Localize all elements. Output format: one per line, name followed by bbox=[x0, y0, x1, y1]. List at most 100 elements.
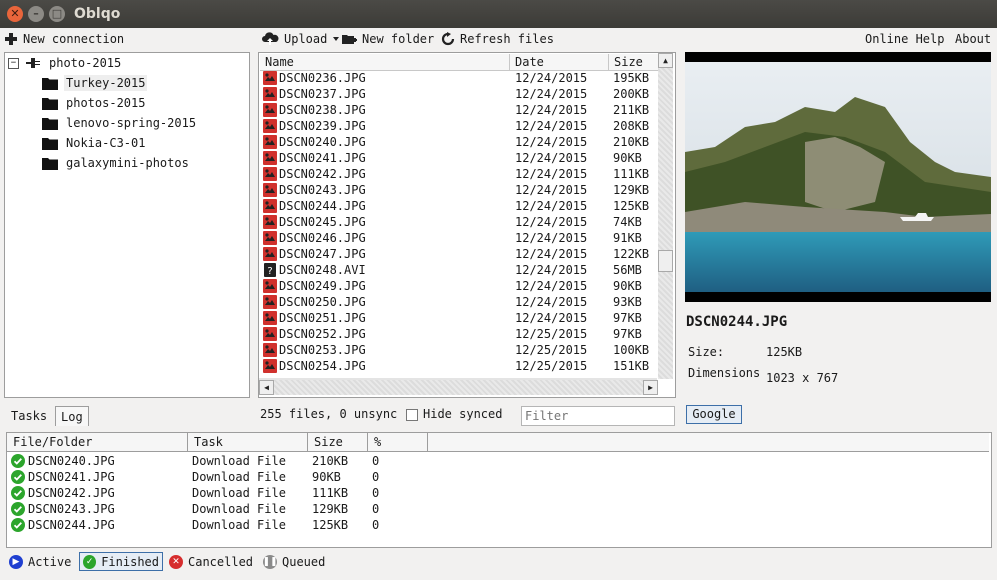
column-header-task[interactable]: Task bbox=[188, 433, 308, 451]
file-size: 129KB bbox=[613, 183, 650, 197]
task-percent: 0 bbox=[372, 470, 380, 484]
cancel-icon: ✕ bbox=[169, 554, 183, 569]
filter-input[interactable] bbox=[521, 406, 675, 426]
tree-item-folder[interactable]: Turkey-2015 bbox=[42, 74, 148, 92]
image-file-icon bbox=[263, 215, 277, 229]
file-size: 91KB bbox=[613, 231, 642, 245]
window-minimize-button[interactable]: – bbox=[28, 6, 44, 22]
connection-plug-icon bbox=[26, 58, 40, 68]
task-row[interactable]: DSCN0242.JPG Download File 111KB 0 bbox=[8, 485, 908, 501]
column-header-size[interactable]: Size bbox=[609, 54, 659, 70]
filter-queued-button[interactable]: ❚❚ Queued bbox=[260, 552, 328, 571]
horizontal-scrollbar[interactable] bbox=[274, 380, 643, 395]
file-size: 100KB bbox=[613, 343, 650, 357]
folder-icon bbox=[42, 117, 58, 130]
file-name: DSCN0250.JPG bbox=[279, 295, 366, 309]
play-icon: ▶ bbox=[9, 554, 23, 569]
unknown-file-icon: ? bbox=[264, 263, 276, 277]
new-folder-button[interactable]: New folder bbox=[341, 30, 434, 48]
column-header-file[interactable]: File/Folder bbox=[7, 433, 188, 451]
file-row[interactable]: DSCN0238.JPG 12/24/2015 211KB bbox=[260, 102, 659, 118]
task-size: 125KB bbox=[312, 518, 349, 532]
task-row[interactable]: DSCN0243.JPG Download File 129KB 0 bbox=[8, 501, 908, 517]
task-percent: 0 bbox=[372, 486, 380, 500]
scroll-left-button[interactable]: ◀ bbox=[259, 380, 274, 395]
column-header-date[interactable]: Date bbox=[510, 54, 609, 70]
file-size: 97KB bbox=[613, 327, 642, 341]
file-name: DSCN0241.JPG bbox=[279, 151, 366, 165]
check-circle-icon bbox=[11, 470, 25, 484]
online-help-link[interactable]: Online Help bbox=[865, 30, 944, 48]
upload-button[interactable]: Upload bbox=[261, 30, 340, 48]
task-size: 129KB bbox=[312, 502, 349, 516]
file-date: 12/24/2015 bbox=[515, 87, 588, 101]
task-file: DSCN0242.JPG bbox=[28, 486, 115, 500]
task-type: Download File bbox=[192, 454, 286, 468]
file-row[interactable]: DSCN0241.JPG 12/24/2015 90KB bbox=[260, 150, 659, 166]
folder-icon bbox=[42, 97, 58, 110]
filter-cancelled-button[interactable]: ✕ Cancelled bbox=[166, 552, 256, 571]
filter-finished-button[interactable]: ✓ Finished bbox=[79, 552, 163, 571]
image-file-icon bbox=[263, 167, 277, 181]
scroll-right-button[interactable]: ▶ bbox=[643, 380, 658, 395]
file-row[interactable]: DSCN0244.JPG 12/24/2015 125KB bbox=[260, 198, 659, 214]
hide-synced-checkbox[interactable] bbox=[406, 409, 418, 421]
task-row[interactable]: DSCN0241.JPG Download File 90KB 0 bbox=[8, 469, 908, 485]
file-row[interactable]: DSCN0242.JPG 12/24/2015 111KB bbox=[260, 166, 659, 182]
file-size: 90KB bbox=[613, 151, 642, 165]
file-row[interactable]: DSCN0247.JPG 12/24/2015 122KB bbox=[260, 246, 659, 262]
task-row[interactable]: DSCN0244.JPG Download File 125KB 0 bbox=[8, 517, 908, 533]
google-button[interactable]: Google bbox=[686, 405, 742, 424]
tree-item-folder[interactable]: Nokia-C3-01 bbox=[42, 134, 147, 152]
image-file-icon bbox=[263, 71, 277, 85]
file-row[interactable]: DSCN0236.JPG 12/24/2015 195KB bbox=[260, 70, 659, 86]
file-size: 122KB bbox=[613, 247, 650, 261]
preview-filename: DSCN0244.JPG bbox=[686, 314, 788, 330]
image-file-icon bbox=[263, 103, 277, 117]
column-header-size[interactable]: Size bbox=[308, 433, 368, 451]
file-row[interactable]: DSCN0252.JPG 12/25/2015 97KB bbox=[260, 326, 659, 342]
scroll-up-button[interactable]: ▲ bbox=[658, 53, 673, 68]
tree-item-folder[interactable]: photos-2015 bbox=[42, 94, 147, 112]
filter-active-button[interactable]: ▶ Active bbox=[6, 552, 74, 571]
column-header-name[interactable]: Name bbox=[260, 54, 510, 70]
file-row[interactable]: DSCN0240.JPG 12/24/2015 210KB bbox=[260, 134, 659, 150]
tab-tasks[interactable]: Tasks bbox=[6, 406, 53, 426]
file-row[interactable]: ? DSCN0248.AVI 12/24/2015 56MB bbox=[260, 262, 659, 278]
file-row[interactable]: DSCN0245.JPG 12/24/2015 74KB bbox=[260, 214, 659, 230]
file-date: 12/24/2015 bbox=[515, 295, 588, 309]
collapse-toggle-icon[interactable]: − bbox=[8, 57, 19, 69]
task-row[interactable]: DSCN0240.JPG Download File 210KB 0 bbox=[8, 453, 908, 469]
file-row[interactable]: DSCN0237.JPG 12/24/2015 200KB bbox=[260, 86, 659, 102]
file-row[interactable]: DSCN0254.JPG 12/25/2015 151KB bbox=[260, 358, 659, 374]
tree-item-folder[interactable]: galaxymini-photos bbox=[42, 154, 191, 172]
file-date: 12/24/2015 bbox=[515, 263, 588, 277]
image-file-icon bbox=[263, 359, 277, 373]
file-table-header: Name Date Size bbox=[260, 54, 659, 71]
about-link[interactable]: About bbox=[955, 30, 991, 48]
file-row[interactable]: DSCN0246.JPG 12/24/2015 91KB bbox=[260, 230, 659, 246]
task-file: DSCN0243.JPG bbox=[28, 502, 115, 516]
file-row[interactable]: DSCN0249.JPG 12/24/2015 90KB bbox=[260, 278, 659, 294]
vertical-scrollbar[interactable] bbox=[658, 68, 673, 379]
new-connection-button[interactable]: New connection bbox=[4, 30, 124, 48]
task-type: Download File bbox=[192, 518, 286, 532]
column-header-percent[interactable]: % bbox=[368, 433, 428, 451]
file-row[interactable]: DSCN0250.JPG 12/24/2015 93KB bbox=[260, 294, 659, 310]
tree-root[interactable]: − photo-2015 bbox=[8, 54, 123, 72]
window-maximize-button[interactable]: □ bbox=[49, 6, 65, 22]
task-size: 111KB bbox=[312, 486, 349, 500]
file-size: 200KB bbox=[613, 87, 650, 101]
file-row[interactable]: DSCN0251.JPG 12/24/2015 97KB bbox=[260, 310, 659, 326]
preview-photo bbox=[685, 62, 991, 292]
file-row[interactable]: DSCN0253.JPG 12/25/2015 100KB bbox=[260, 342, 659, 358]
image-file-icon bbox=[263, 311, 277, 325]
file-row[interactable]: DSCN0243.JPG 12/24/2015 129KB bbox=[260, 182, 659, 198]
window-close-button[interactable]: ✕ bbox=[7, 6, 23, 22]
tab-log[interactable]: Log bbox=[55, 406, 89, 426]
tree-item-folder[interactable]: lenovo-spring-2015 bbox=[42, 114, 198, 132]
refresh-files-button[interactable]: Refresh files bbox=[441, 30, 554, 48]
vertical-scroll-thumb[interactable] bbox=[658, 250, 673, 272]
file-row[interactable]: DSCN0239.JPG 12/24/2015 208KB bbox=[260, 118, 659, 134]
task-percent: 0 bbox=[372, 454, 380, 468]
